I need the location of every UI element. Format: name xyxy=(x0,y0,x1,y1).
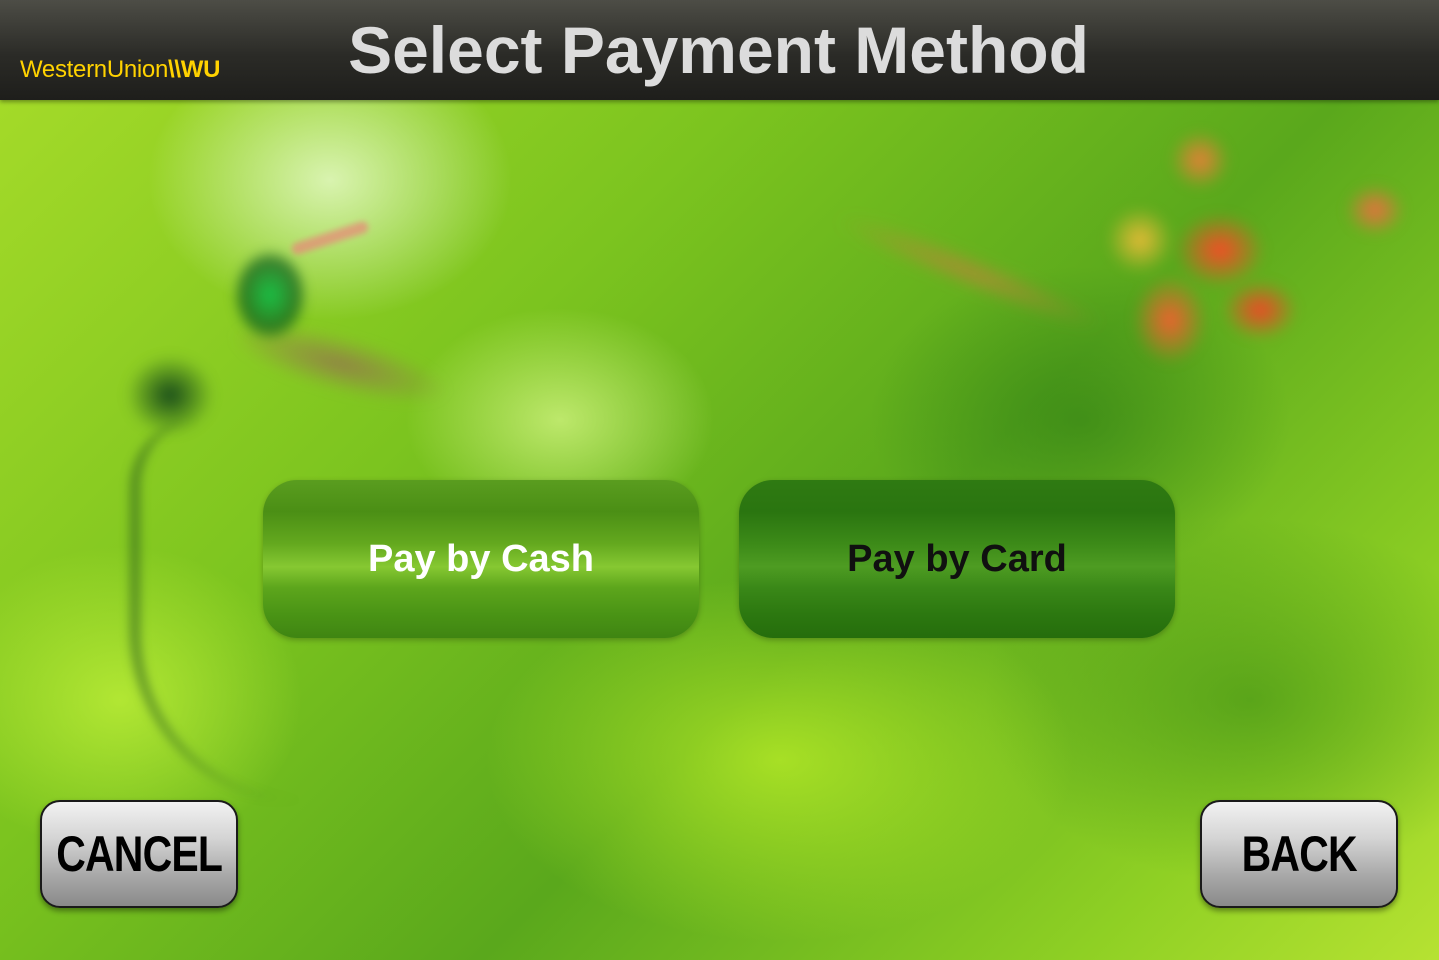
pay-by-cash-label: Pay by Cash xyxy=(368,537,594,580)
page-title: Select Payment Method xyxy=(0,12,1439,88)
back-label: BACK xyxy=(1241,826,1357,882)
background-flower-small xyxy=(1330,170,1420,250)
back-button[interactable]: BACK xyxy=(1200,800,1398,908)
cancel-button[interactable]: CANCEL xyxy=(40,800,238,908)
background-flower xyxy=(1080,120,1340,390)
header-bar: WesternUnion\\WU Select Payment Method xyxy=(0,0,1439,100)
pay-by-card-label: Pay by Card xyxy=(847,537,1067,580)
background-bird-body xyxy=(215,240,325,350)
pay-by-cash-button[interactable]: Pay by Cash xyxy=(263,480,699,638)
cancel-label: CANCEL xyxy=(56,826,223,882)
pay-by-card-button[interactable]: Pay by Card xyxy=(739,480,1175,638)
page-title-text: Select Payment Method xyxy=(348,13,1089,87)
